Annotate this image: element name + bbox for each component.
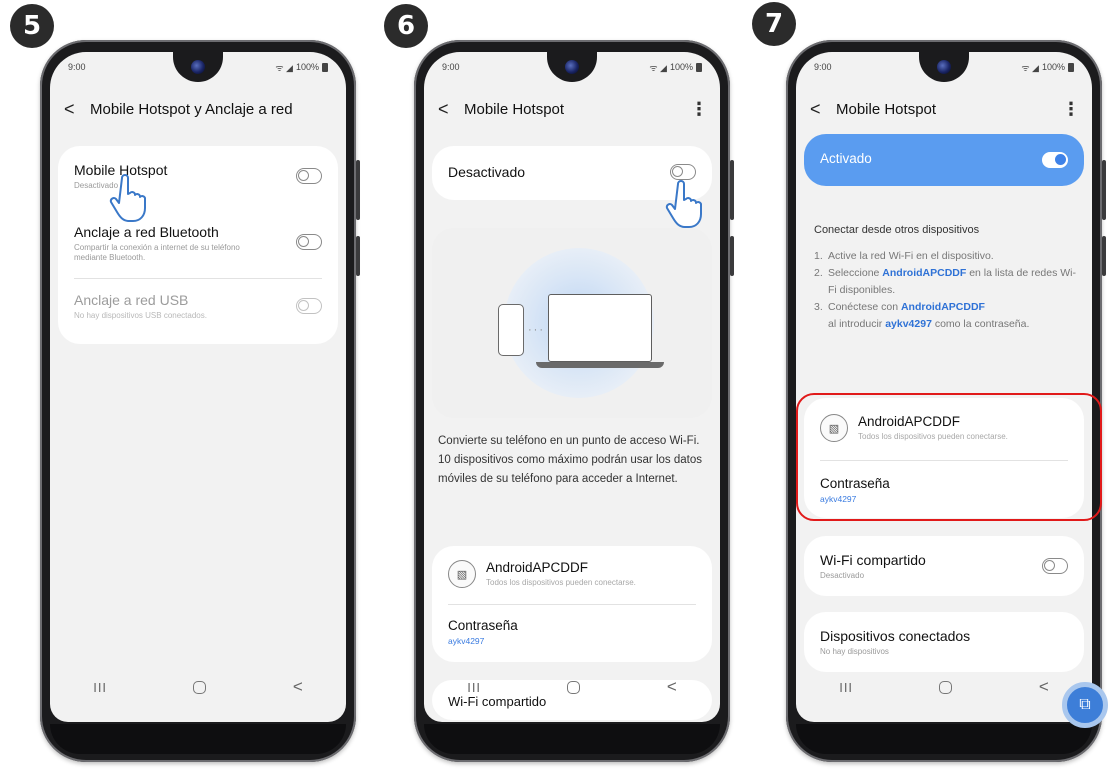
home-icon[interactable] — [939, 680, 953, 694]
battery-icon — [696, 62, 702, 72]
connected-devices-title: Dispositivos conectados — [820, 628, 971, 644]
pointing-hand-icon — [665, 180, 702, 228]
password-item[interactable]: Contraseña aykv4297 — [448, 618, 696, 646]
battery-level: 100% — [295, 62, 319, 72]
wifi-shared-toggle[interactable] — [1042, 558, 1068, 574]
instruction-step: 2. Seleccione AndroidAPCDDF en la lista d… — [814, 267, 1077, 296]
recent-apps-icon[interactable]: III — [93, 680, 107, 695]
usb-tethering-toggle — [296, 298, 322, 314]
battery-icon — [1068, 62, 1074, 72]
page-title: Mobile Hotspot — [836, 100, 937, 118]
status-time: 9:00 — [814, 62, 832, 72]
wifi-signal-icon: ᯤ ◢ — [275, 62, 293, 73]
item-subtitle: Compartir la conexión a internet de su t… — [74, 243, 240, 263]
wifi-shared-status: Desactivado — [820, 571, 865, 580]
network-name-item[interactable]: AndroidAPCDDF Todos los dispositivos pue… — [486, 560, 696, 587]
item-subtitle: No hay dispositivos USB conectados. — [74, 311, 207, 320]
connect-instructions: Conectar desde otros dispositivos 1. Acti… — [814, 222, 1078, 333]
front-camera-notch — [547, 52, 597, 82]
tethering-list-card: Mobile Hotspot Desactivado Anclaje a red… — [58, 146, 338, 344]
nav-back-icon[interactable]: < — [1039, 677, 1049, 697]
share-app-icon: ⧉ — [1079, 696, 1091, 713]
camera-icon — [565, 60, 579, 74]
navigation-bar: III < — [424, 672, 720, 702]
app-header: < Mobile Hotspot ⋮ — [810, 94, 1080, 124]
page-title: Mobile Hotspot — [464, 100, 565, 118]
hotspot-description: Convierte su teléfono en un punto de acc… — [438, 435, 702, 485]
item-title: Anclaje a red Bluetooth — [74, 224, 219, 240]
recent-apps-icon[interactable]: III — [467, 680, 481, 695]
front-camera-notch — [173, 52, 223, 82]
item-title: Anclaje a red USB — [74, 292, 189, 308]
hotspot-network-icon: ▧ — [448, 560, 476, 588]
instruction-step: 3. Conéctese con AndroidAPCDDF al introduc… — [814, 301, 1030, 330]
password-value: aykv4297 — [448, 636, 485, 646]
instruction-step: 1. Active la red Wi-Fi en el dispositivo. — [814, 250, 994, 262]
app-header: < Mobile Hotspot y Anclaje a red — [64, 94, 334, 124]
network-visibility: Todos los dispositivos pueden conectarse… — [486, 578, 636, 587]
wifi-signal-icon: ᯤ ◢ — [649, 62, 667, 73]
wifi-shared-card[interactable]: Wi-Fi compartido Desactivado — [804, 536, 1084, 596]
battery-level: 100% — [669, 62, 693, 72]
laptop-icon — [548, 294, 652, 362]
navigation-bar: III < — [50, 672, 346, 702]
phone-step-5: 9:00 ᯤ ◢ 100% < Mobile Hotspot y Anclaje … — [40, 40, 360, 762]
switch-label: Desactivado — [448, 164, 526, 180]
highlight-frame — [796, 393, 1102, 521]
front-camera-notch — [919, 52, 969, 82]
back-chevron-icon[interactable]: < — [64, 99, 78, 120]
password-label: Contraseña — [448, 618, 518, 633]
app-header: < Mobile Hotspot ⋮ — [438, 94, 708, 124]
home-icon[interactable] — [567, 680, 581, 694]
battery-level: 100% — [1041, 62, 1065, 72]
back-chevron-icon[interactable]: < — [438, 99, 452, 120]
wifi-shared-title: Wi-Fi compartido — [820, 552, 926, 568]
connected-devices-card[interactable]: Dispositivos conectados No hay dispositi… — [804, 612, 1084, 672]
camera-icon — [191, 60, 205, 74]
list-item-bluetooth-tethering[interactable]: Anclaje a red Bluetooth Compartir la con… — [74, 224, 268, 264]
battery-icon — [322, 62, 328, 72]
hotspot-master-toggle[interactable] — [670, 164, 696, 180]
camera-icon — [937, 60, 951, 74]
hotspot-illustration: ··· — [432, 228, 712, 418]
recent-apps-icon[interactable]: III — [839, 680, 853, 695]
status-time: 9:00 — [68, 62, 86, 72]
screen-step-5: 9:00 ᯤ ◢ 100% < Mobile Hotspot y Anclaje … — [50, 52, 346, 722]
screen-step-7: 9:00 ᯤ ◢ 100% < Mobile Hotspot ⋮ Activado… — [796, 52, 1092, 722]
pointing-hand-icon — [109, 174, 146, 222]
switch-label: Activado — [820, 151, 872, 166]
connected-devices-status: No hay dispositivos — [820, 647, 889, 656]
bluetooth-tethering-toggle[interactable] — [296, 234, 322, 250]
phone-step-6: 9:00 ᯤ ◢ 100% < Mobile Hotspot ⋮ Desactiv… — [414, 40, 734, 762]
floating-action-button[interactable]: ⧉ — [1062, 682, 1108, 728]
screen-step-6: 9:00 ᯤ ◢ 100% < Mobile Hotspot ⋮ Desactiv… — [424, 52, 720, 722]
smartphone-icon — [498, 304, 524, 356]
nav-back-icon[interactable]: < — [667, 677, 677, 697]
list-item-usb-tethering: Anclaje a red USB No hay dispositivos US… — [74, 292, 322, 321]
network-info-card: ▧ AndroidAPCDDF Todos los dispositivos p… — [432, 546, 712, 662]
home-icon[interactable] — [193, 680, 207, 694]
hotspot-master-toggle[interactable] — [1042, 152, 1068, 168]
network-name: AndroidAPCDDF — [486, 560, 589, 575]
page-title: Mobile Hotspot y Anclaje a red — [90, 100, 293, 118]
step-badge-7: 7 — [752, 2, 796, 46]
hotspot-switch-card[interactable]: Activado — [804, 134, 1084, 186]
step-badge-6: 6 — [384, 4, 428, 48]
back-chevron-icon[interactable]: < — [810, 99, 824, 120]
status-time: 9:00 — [442, 62, 460, 72]
nav-back-icon[interactable]: < — [293, 677, 303, 697]
wifi-signal-icon: ᯤ ◢ — [1021, 62, 1039, 73]
navigation-bar: III < — [796, 672, 1092, 702]
connect-heading: Conectar desde otros dispositivos — [814, 224, 980, 236]
more-vertical-icon[interactable]: ⋮ — [1062, 99, 1080, 120]
mobile-hotspot-toggle[interactable] — [296, 168, 322, 184]
more-vertical-icon[interactable]: ⋮ — [690, 99, 708, 120]
step-badge-5: 5 — [10, 4, 54, 48]
